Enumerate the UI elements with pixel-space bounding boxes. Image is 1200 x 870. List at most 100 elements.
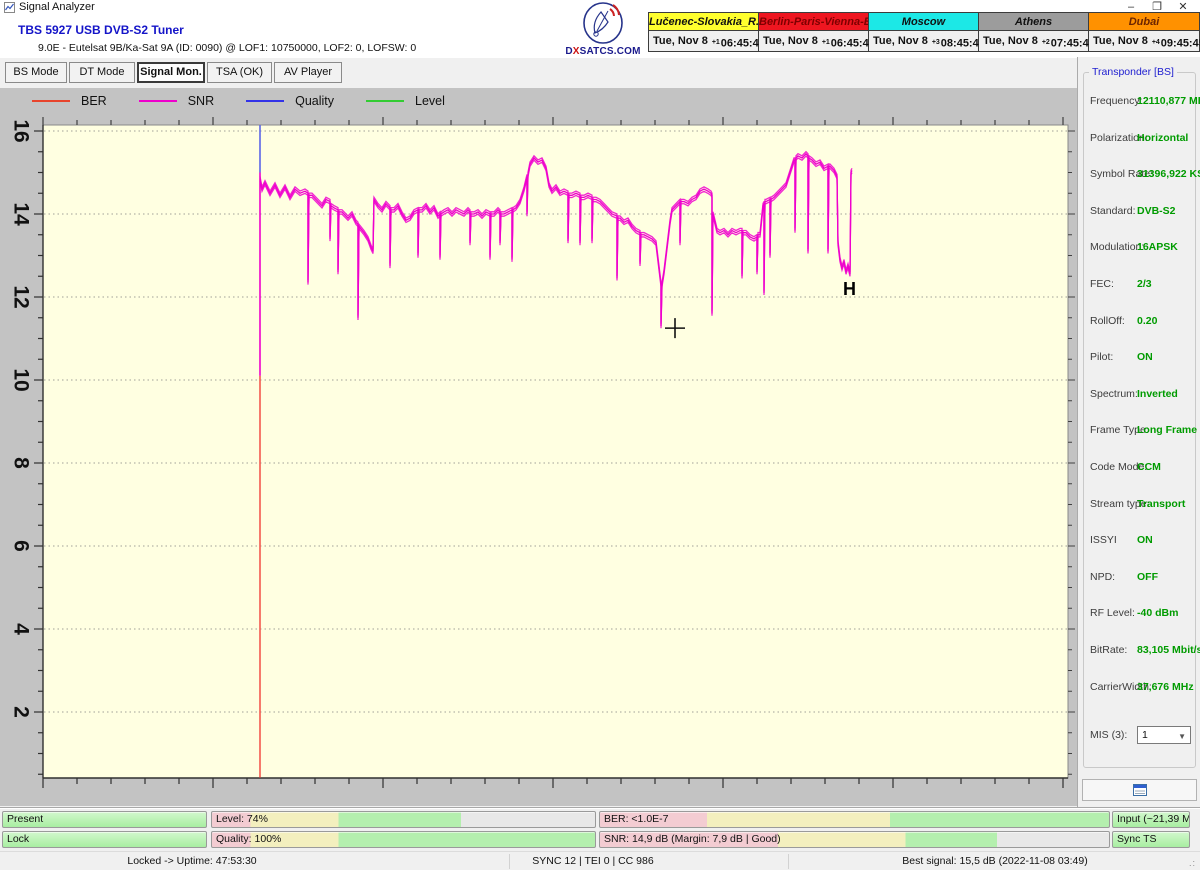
svg-text:6: 6 xyxy=(9,540,32,552)
field-value: 12110,877 MHz xyxy=(1137,95,1200,107)
field-value: 0.20 xyxy=(1137,315,1157,327)
transponder-row: CarrierWidth:37,676 MHz xyxy=(1084,681,1197,695)
field-value: -40 dBm xyxy=(1137,607,1178,619)
best-signal-status: Best signal: 15,5 dB (2022-11-08 03:49) xyxy=(902,855,1087,867)
signal-meter-bar: Level: 74% xyxy=(211,811,596,828)
svg-text:4: 4 xyxy=(9,623,32,635)
transponder-row: Modulation:16APSK xyxy=(1084,241,1197,255)
transponder-groupbox: Transponder [BS] Frequency:12110,877 MHz… xyxy=(1083,72,1196,768)
transponder-row: Stream type:Transport xyxy=(1084,498,1197,512)
mis-label: MIS (3): xyxy=(1090,729,1127,741)
mode-tabs: BS ModeDT ModeSignal Mon.TSA (OK)AV Play… xyxy=(5,62,342,83)
uptime-status: Locked -> Uptime: 47:53:30 xyxy=(127,855,256,867)
legend-label: BER xyxy=(81,94,107,108)
transponder-row: RollOff: 0.20 xyxy=(1084,315,1197,329)
clock-time: Tue, Nov 8+207:45:45 xyxy=(979,31,1088,51)
transponder-row: Polarization:Horizontal xyxy=(1084,132,1197,146)
status-bar: Locked -> Uptime: 47:53:30 SYNC 12 | TEI… xyxy=(0,851,1200,870)
divider xyxy=(509,854,510,869)
snr-plot[interactable]: 246810121416H xyxy=(0,88,1077,806)
divider xyxy=(0,807,1200,809)
field-label: RF Level: xyxy=(1090,607,1135,619)
ts-window-button[interactable] xyxy=(1082,779,1197,801)
chevron-down-icon: ▼ xyxy=(1178,729,1186,745)
legend-swatch xyxy=(246,100,284,102)
field-label: Frequency: xyxy=(1090,95,1143,107)
field-value: Transport xyxy=(1137,498,1185,510)
field-label: ISSYI xyxy=(1090,534,1117,546)
field-value: 31396,922 KS/s xyxy=(1137,168,1200,180)
field-value: CCM xyxy=(1137,461,1161,473)
legend-label: SNR xyxy=(188,94,214,108)
transponder-row: FEC: 2/3 xyxy=(1084,278,1197,292)
clock: Berlin-Paris-Vienna-BelgradeTue, Nov 8+1… xyxy=(759,13,869,51)
dxsatcs-logo: DXSATCS.COM xyxy=(560,2,646,57)
svg-text:10: 10 xyxy=(9,368,32,391)
signal-meter-bar: SNR: 14,9 dB (Margin: 7,9 dB | Good) xyxy=(599,831,1110,848)
signal-meter-bar: BER: <1.0E-7 xyxy=(599,811,1110,828)
field-value: 2/3 xyxy=(1137,278,1152,290)
field-label: BitRate: xyxy=(1090,644,1127,656)
field-value: DVB-S2 xyxy=(1137,205,1176,217)
mis-row: MIS (3):1▼ xyxy=(1084,729,1197,743)
field-label: FEC: xyxy=(1090,278,1114,290)
clock-city: Lučenec-Slovakia_R.Dávid xyxy=(649,13,758,31)
svg-text:14: 14 xyxy=(9,202,32,226)
legend-swatch xyxy=(32,100,70,102)
legend-item-level: Level xyxy=(366,94,445,108)
transponder-row: Frame Type:Long Frame xyxy=(1084,424,1197,438)
tab-tsa-ok-[interactable]: TSA (OK) xyxy=(207,62,272,83)
field-value: ON xyxy=(1137,534,1153,546)
tab-av-player[interactable]: AV Player xyxy=(274,62,342,83)
field-value: Horizontal xyxy=(1137,132,1188,144)
transponder-row: BitRate: 83,105 Mbit/s xyxy=(1084,644,1197,658)
field-value: OFF xyxy=(1137,571,1158,583)
legend-swatch xyxy=(139,100,177,102)
clock: DubaiTue, Nov 8+409:45:45 xyxy=(1089,13,1199,51)
world-clocks: Lučenec-Slovakia_R.DávidTue, Nov 8+106:4… xyxy=(648,12,1200,52)
field-value: ON xyxy=(1137,351,1153,363)
groupbox-title: Transponder [BS] xyxy=(1089,66,1177,78)
svg-text:12: 12 xyxy=(9,285,32,308)
app-icon xyxy=(4,2,15,13)
ts-state-bar: Sync TS xyxy=(1112,831,1190,848)
tab-bs-mode[interactable]: BS Mode xyxy=(5,62,67,83)
field-value: 16APSK xyxy=(1137,241,1178,253)
clock: AthensTue, Nov 8+207:45:45 xyxy=(979,13,1089,51)
signal-state-bar: Lock xyxy=(2,831,207,848)
legend-label: Level xyxy=(415,94,445,108)
legend-label: Quality xyxy=(295,94,334,108)
field-value: Long Frame xyxy=(1137,424,1197,436)
svg-text:16: 16 xyxy=(9,119,32,142)
field-label: Spectrum: xyxy=(1090,388,1138,400)
window-title: Signal Analyzer xyxy=(19,1,95,13)
divider xyxy=(788,854,789,869)
tab-dt-mode[interactable]: DT Mode xyxy=(69,62,135,83)
legend-swatch xyxy=(366,100,404,102)
clock-time: Tue, Nov 8+308:45:45 xyxy=(869,31,978,51)
transponder-row: Frequency:12110,877 MHz xyxy=(1084,95,1197,109)
resize-grip[interactable]: .: xyxy=(1189,858,1196,868)
field-label: Standard: xyxy=(1090,205,1136,217)
field-label: RollOff: xyxy=(1090,315,1125,327)
transponder-row: NPD:OFF xyxy=(1084,571,1197,585)
legend-item-ber: BER xyxy=(32,94,107,108)
svg-text:2: 2 xyxy=(9,706,32,718)
clock-city: Dubai xyxy=(1089,13,1199,31)
signal-state-bar: Present xyxy=(2,811,207,828)
signal-chart: 246810121416H BERSNRQualityLevel xyxy=(0,88,1077,806)
tuner-title: TBS 5927 USB DVB-S2 Tuner xyxy=(18,23,184,37)
tab-signal-mon-[interactable]: Signal Mon. xyxy=(137,62,205,83)
field-value: 83,105 Mbit/s xyxy=(1137,644,1200,656)
transponder-row: Standard:DVB-S2 xyxy=(1084,205,1197,219)
mis-dropdown[interactable]: 1▼ xyxy=(1137,726,1191,744)
field-value: Inverted xyxy=(1137,388,1178,400)
mis-value: 1 xyxy=(1142,729,1148,741)
sync-status: SYNC 12 | TEI 0 | CC 986 xyxy=(532,855,653,867)
legend-item-quality: Quality xyxy=(246,94,334,108)
field-label: Pilot: xyxy=(1090,351,1113,363)
clock-time: Tue, Nov 8+409:45:45 xyxy=(1089,31,1199,51)
transponder-row: Code Mode:CCM xyxy=(1084,461,1197,475)
transponder-row: RF Level:-40 dBm xyxy=(1084,607,1197,621)
clock-city: Berlin-Paris-Vienna-Belgrade xyxy=(759,13,868,31)
